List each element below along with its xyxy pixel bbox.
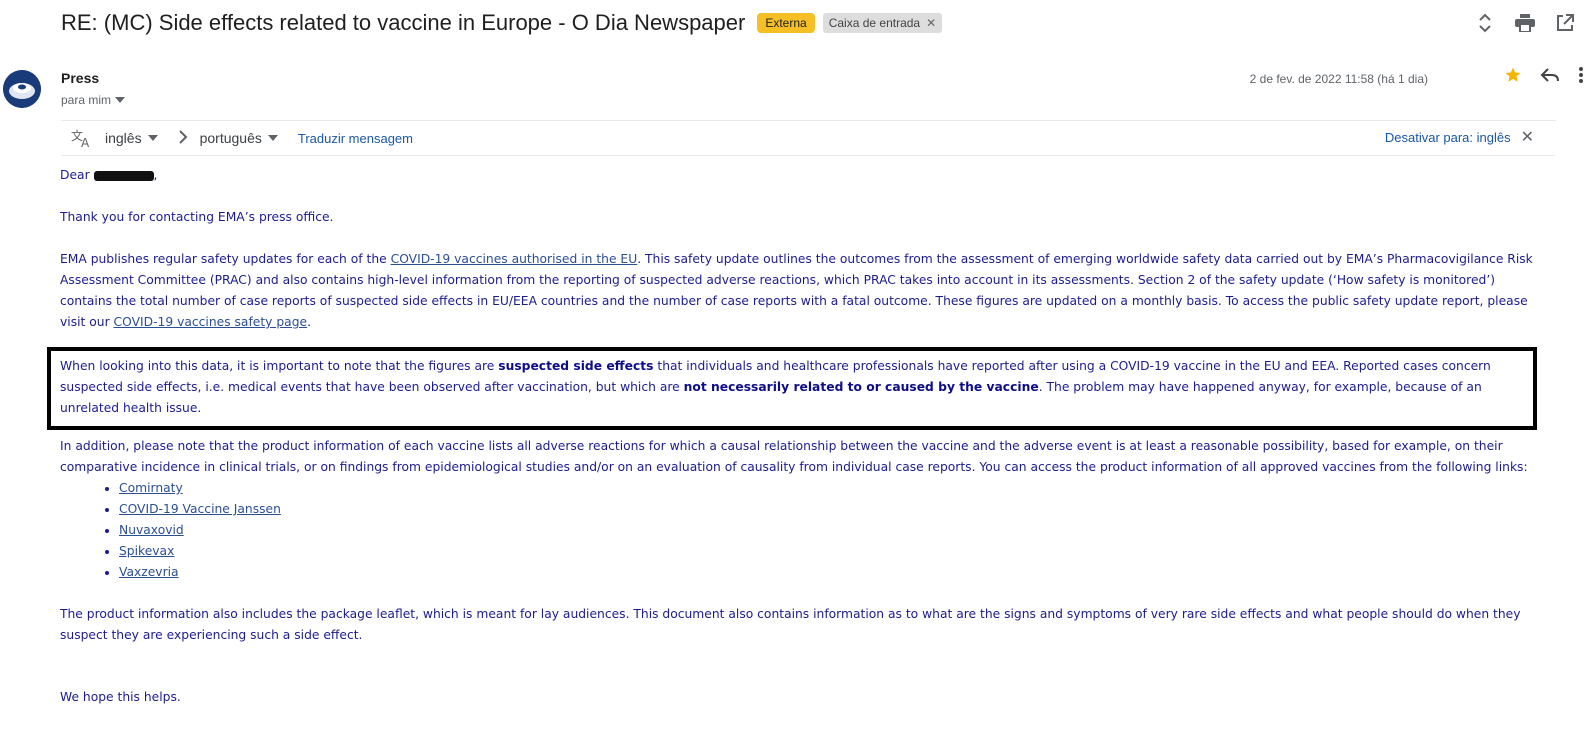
greeting-prefix: Dear: [60, 168, 94, 182]
paragraph-product-info: In addition, please note that the produc…: [60, 439, 1528, 474]
list-item: Spikevax: [119, 541, 1550, 562]
chevron-down-icon: [267, 135, 278, 141]
label-inbox[interactable]: Caixa de entrada ✕: [822, 13, 943, 33]
link-spikevax[interactable]: Spikevax: [119, 544, 174, 558]
link-comirnaty[interactable]: Comirnaty: [119, 481, 183, 495]
print-icon[interactable]: [1512, 10, 1538, 36]
email-body: Dear , Thank you for contacting EMA’s pr…: [47, 165, 1550, 708]
more-vert-icon[interactable]: [1578, 66, 1584, 88]
star-icon[interactable]: [1504, 66, 1522, 88]
p3-bold-suspected: suspected side effects: [498, 359, 654, 373]
recipient-toggle[interactable]: para mim: [61, 93, 126, 107]
target-language: português: [199, 130, 262, 146]
avatar[interactable]: [3, 70, 41, 108]
list-item: Comirnaty: [119, 478, 1550, 499]
p3-bold-not-related: not necessarily related to or caused by …: [683, 380, 1039, 394]
link-vaccines-authorised[interactable]: COVID-19 vaccines authorised in the EU: [391, 252, 638, 266]
source-language-select[interactable]: inglês: [105, 130, 158, 146]
email-date: 2 de fev. de 2022 11:58 (há 1 dia): [1249, 72, 1428, 86]
close-icon[interactable]: ✕: [1521, 127, 1534, 147]
label-externa[interactable]: Externa: [757, 13, 815, 33]
expand-collapse-icon[interactable]: [1472, 10, 1498, 36]
recipient-label: para mim: [61, 93, 112, 107]
p2-text-a: EMA publishes regular safety updates for…: [60, 252, 391, 266]
source-language: inglês: [105, 130, 142, 146]
link-janssen[interactable]: COVID-19 Vaccine Janssen: [119, 502, 281, 516]
email-subject: RE: (MC) Side effects related to vaccine…: [61, 10, 746, 35]
paragraph-closing: We hope this helps.: [60, 690, 181, 704]
list-item: Nuvaxovid: [119, 520, 1550, 541]
svg-text:A: A: [81, 136, 90, 149]
remove-label-icon[interactable]: ✕: [926, 16, 936, 30]
disable-translate: Desativar para: inglês ✕: [1385, 127, 1534, 147]
p2-text-c: .: [307, 315, 311, 329]
chevron-down-icon: [115, 97, 126, 103]
list-item: COVID-19 Vaccine Janssen: [119, 499, 1550, 520]
greeting-suffix: ,: [153, 168, 158, 182]
label-inbox-text: Caixa de entrada: [828, 16, 921, 30]
top-actions: [1472, 10, 1578, 36]
subject-row: RE: (MC) Side effects related to vaccine…: [61, 8, 943, 38]
disable-translate-link[interactable]: Desativar para: inglês: [1385, 130, 1511, 145]
sender-name: Press: [61, 70, 100, 86]
translate-icon: 文A: [71, 127, 93, 150]
link-safety-page[interactable]: COVID-19 vaccines safety page: [114, 315, 308, 329]
target-language-select[interactable]: português: [200, 130, 278, 146]
sender-actions: [1504, 66, 1584, 88]
highlighted-box: When looking into this data, it is impor…: [47, 347, 1537, 430]
paragraph-package-leaflet: The product information also includes th…: [60, 607, 1521, 642]
redacted-name: [93, 170, 154, 181]
vaccine-link-list: Comirnaty COVID-19 Vaccine Janssen Nuvax…: [119, 478, 1550, 583]
open-new-window-icon[interactable]: [1552, 10, 1578, 36]
link-vaxzevria[interactable]: Vaxzevria: [119, 565, 179, 579]
paragraph-suspected-effects: When looking into this data, it is impor…: [60, 356, 1524, 419]
p3-text-a: When looking into this data, it is impor…: [60, 359, 499, 373]
paragraph-safety-updates: EMA publishes regular safety updates for…: [60, 249, 1550, 333]
translate-bar: 文A inglês português Traduzir mensagem De…: [61, 120, 1556, 156]
greeting: Dear ,: [60, 165, 1550, 186]
chevron-down-icon: [147, 135, 158, 141]
link-nuvaxovid[interactable]: Nuvaxovid: [119, 523, 184, 537]
chevron-right-icon: [178, 129, 188, 147]
paragraph-thanks: Thank you for contacting EMA’s press off…: [60, 210, 334, 224]
reply-icon[interactable]: [1540, 67, 1560, 87]
list-item: Vaxzevria: [119, 562, 1550, 583]
translate-message-link[interactable]: Traduzir mensagem: [298, 131, 413, 146]
